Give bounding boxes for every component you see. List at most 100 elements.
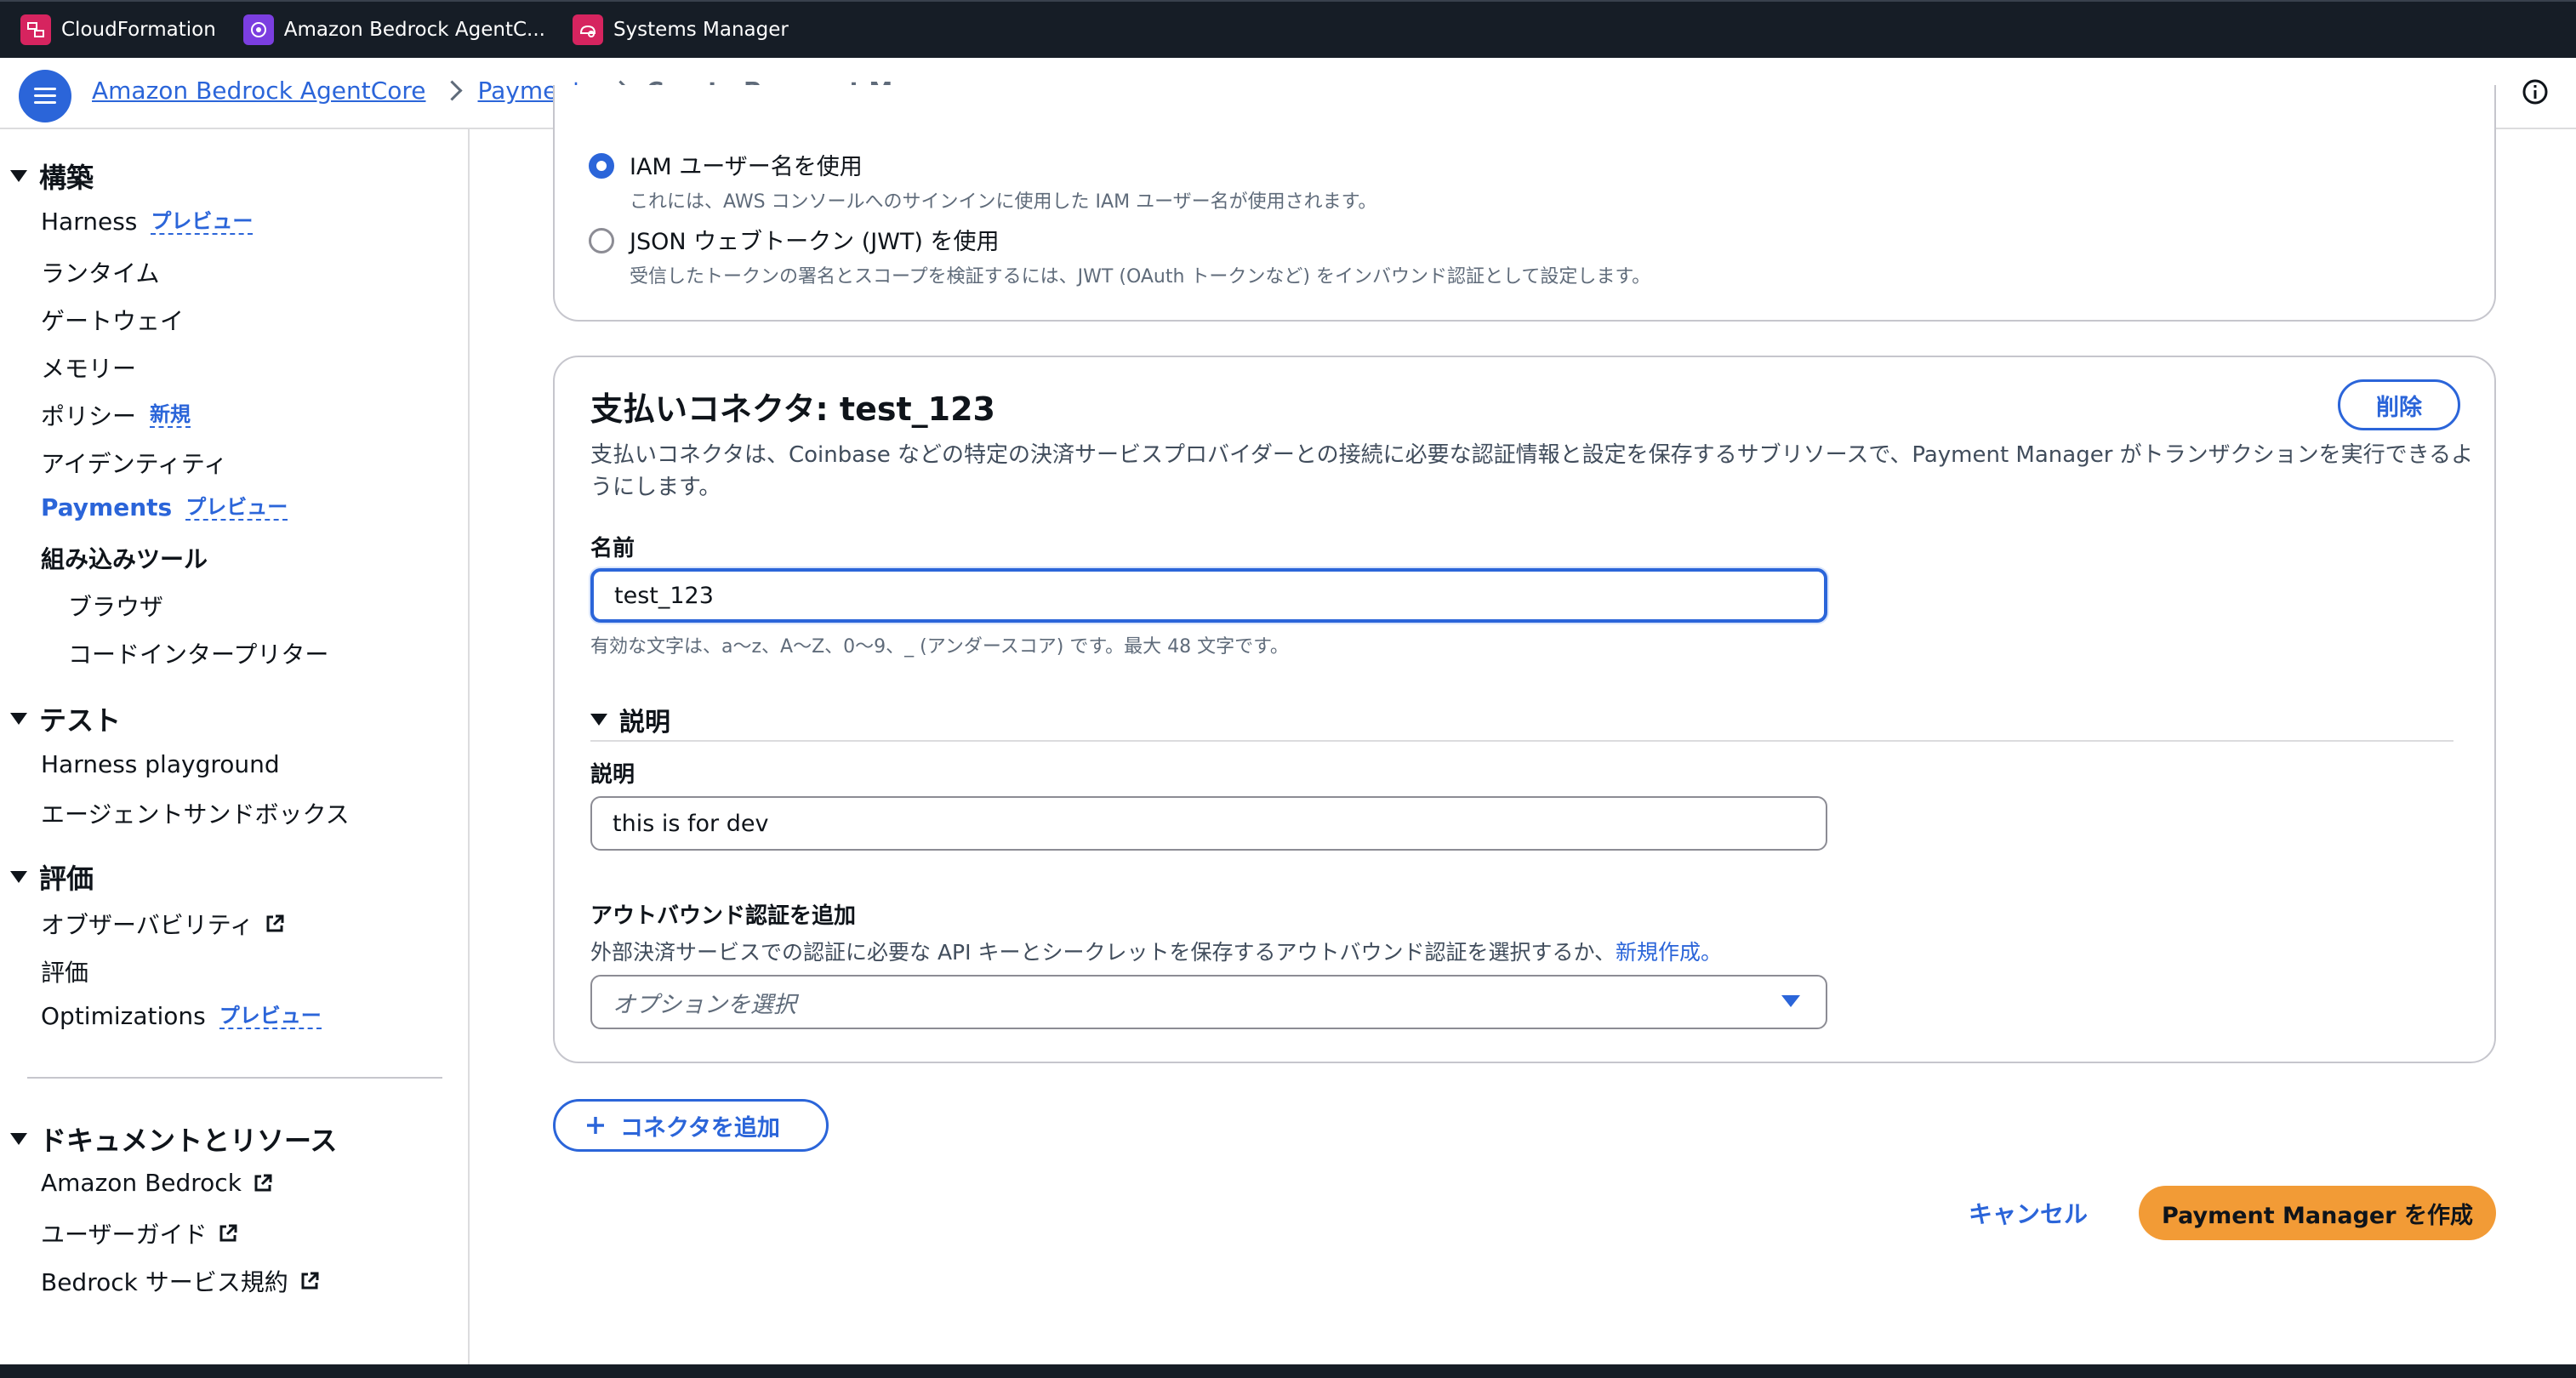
sidebar-item-user-guide[interactable]: ユーザーガイド [41, 1216, 239, 1250]
info-icon[interactable] [2522, 78, 2549, 105]
create-new-link[interactable]: 新規作成。 [1616, 940, 1722, 965]
bedrock-icon [242, 14, 274, 45]
radio-unselected-icon[interactable] [589, 228, 614, 253]
caret-down-icon [590, 714, 607, 726]
sidebar-item-harness-playground[interactable]: Harness playground [41, 750, 280, 778]
nav-label: ランタイム [41, 259, 160, 288]
section-title: 構築 [39, 162, 94, 194]
radio-jwt[interactable]: JSON ウェブトークン (JWT) を使用 受信したトークンの署名とスコープを… [589, 223, 1650, 288]
section-title: テスト [39, 704, 122, 737]
hamburger-icon[interactable] [19, 70, 71, 122]
caret-down-icon [1781, 995, 1800, 1007]
bottom-bar [0, 1364, 2576, 1378]
sidebar-item-evaluation[interactable]: 評価 [41, 954, 88, 988]
sidebar-item-optimizations[interactable]: Optimizations プレビュー [41, 1002, 322, 1030]
sidebar-item-memory[interactable]: メモリー [41, 350, 136, 384]
nav-label: ブラウザ [68, 593, 164, 621]
nav-label: Amazon Bedrock [41, 1169, 242, 1197]
nav-label: Payments [41, 493, 173, 521]
caret-down-icon [10, 713, 27, 725]
connector-description: 支払いコネクタは、Coinbase などの特定の決済サービスプロバイダーとの接続… [590, 442, 2474, 500]
external-link-icon [301, 1272, 319, 1290]
expander-divider [590, 740, 2453, 742]
nav-label: Bedrock サービス規約 [41, 1268, 288, 1296]
sidebar-item-service-terms[interactable]: Bedrock サービス規約 [41, 1264, 321, 1298]
nav-label: コードインタープリター [68, 641, 329, 669]
favorites-bar: CloudFormation Amazon Bedrock AgentC... … [0, 0, 2576, 58]
description-expander[interactable]: 説明 [590, 701, 670, 738]
nav-label: ポリシー [41, 402, 137, 430]
systems-manager-icon [572, 14, 603, 45]
sidebar-divider [27, 1077, 442, 1079]
name-hint: 有効な文字は、a〜z、A〜Z、0〜9、_ (アンダースコア) です。最大 48 … [590, 636, 1289, 658]
sidebar-group-builtin-tools: 組み込みツール [41, 541, 208, 575]
sidebar-item-code-interpreter[interactable]: コードインタープリター [68, 636, 328, 670]
nav-label: エージェントサンドボックス [41, 800, 350, 829]
sidebar-item-runtime[interactable]: ランタイム [41, 255, 159, 289]
section-build[interactable]: 構築 [10, 157, 94, 196]
nav-label: 評価 [41, 959, 89, 987]
preview-badge[interactable]: プレビュー [151, 209, 254, 235]
section-title: ドキュメントとリソース [39, 1125, 338, 1157]
favorite-label: Amazon Bedrock AgentC... [283, 19, 545, 41]
sidebar-item-observability[interactable]: オブザーバビリティ [41, 907, 286, 941]
outbound-auth-select[interactable]: オプションを選択 [590, 975, 1827, 1029]
external-link-icon [254, 1174, 272, 1191]
chevron-right-icon [441, 80, 463, 101]
nav-label: Harness [41, 208, 138, 236]
sidebar-item-harness[interactable]: Harness プレビュー [41, 208, 254, 236]
description-label: 説明 [590, 762, 635, 788]
sidebar-item-gateway[interactable]: ゲートウェイ [41, 303, 184, 337]
section-docs[interactable]: ドキュメントとリソース [10, 1119, 337, 1159]
breadcrumb-bedrock-agentcore[interactable]: Amazon Bedrock AgentCore [92, 77, 426, 105]
nav-label: 組み込みツール [41, 545, 208, 573]
sidebar-item-policy[interactable]: ポリシー 新規 [41, 398, 191, 432]
favorite-cloudformation[interactable]: CloudFormation [20, 14, 216, 45]
name-label: 名前 [590, 536, 635, 561]
delete-button[interactable]: 削除 [2338, 379, 2460, 430]
preview-badge[interactable]: プレビュー [185, 495, 288, 521]
sidebar-item-amazon-bedrock[interactable]: Amazon Bedrock [41, 1169, 274, 1197]
plus-icon [587, 1117, 604, 1134]
connector-title: 支払いコネクタ: test_123 [590, 390, 995, 428]
section-test[interactable]: テスト [10, 699, 121, 738]
new-badge[interactable]: 新規 [150, 402, 191, 428]
radio-selected-icon[interactable] [589, 153, 614, 179]
section-title: 評価 [39, 863, 94, 895]
nav-label: アイデンティティ [41, 450, 228, 478]
nav-label: メモリー [41, 355, 137, 383]
nav-label: Optimizations [41, 1002, 206, 1030]
cancel-button[interactable]: キャンセル [1969, 1196, 2088, 1230]
sidebar-item-identity[interactable]: アイデンティティ [41, 446, 227, 480]
add-connector-button[interactable]: コネクタを追加 [553, 1099, 829, 1152]
radio-iam-user[interactable]: IAM ユーザー名を使用 これには、AWS コンソールへのサインインに使用した … [589, 148, 1376, 214]
name-input[interactable]: test_123 [590, 568, 1827, 623]
sidebar-item-payments[interactable]: Payments プレビュー [41, 493, 288, 521]
radio-description: 受信したトークンの署名とスコープを検証するには、JWT (OAuth トークンな… [630, 266, 1651, 288]
side-navigation: 構築 Harness プレビュー ランタイム ゲートウェイ メモリー ポリシー … [0, 129, 470, 1364]
sidebar-item-agent-sandbox[interactable]: エージェントサンドボックス [41, 796, 350, 830]
inbound-auth-card: IAM ユーザー名を使用 これには、AWS コンソールへのサインインに使用した … [553, 85, 2496, 322]
preview-badge[interactable]: プレビュー [219, 1004, 322, 1029]
caret-down-icon [10, 1133, 27, 1145]
select-placeholder: オプションを選択 [613, 991, 796, 1018]
radio-label: JSON ウェブトークン (JWT) を使用 [630, 229, 1000, 255]
radio-description: これには、AWS コンソールへのサインインに使用した IAM ユーザー名が使用さ… [630, 191, 1377, 213]
sidebar-item-browser[interactable]: ブラウザ [68, 589, 163, 623]
favorite-label: CloudFormation [61, 19, 216, 41]
outbound-auth-label: アウトバウンド認証を追加 [590, 903, 857, 929]
caret-down-icon [10, 170, 27, 182]
favorite-bedrock[interactable]: Amazon Bedrock AgentC... [242, 14, 545, 45]
nav-label: オブザーバビリティ [41, 911, 254, 939]
favorite-systems-manager[interactable]: Systems Manager [572, 14, 789, 45]
caret-down-icon [10, 871, 27, 883]
cloudformation-icon [20, 14, 51, 45]
description-input-value: this is for dev [613, 810, 769, 837]
nav-label: ユーザーガイド [41, 1221, 208, 1249]
payment-connector-card: 支払いコネクタ: test_123 削除 支払いコネクタは、Coinbase な… [553, 356, 2496, 1063]
description-input[interactable]: this is for dev [590, 796, 1827, 851]
radio-label: IAM ユーザー名を使用 [630, 154, 863, 180]
section-evaluation[interactable]: 評価 [10, 857, 94, 897]
external-link-icon [266, 914, 284, 932]
create-payment-manager-button[interactable]: Payment Manager を作成 [2139, 1186, 2496, 1240]
